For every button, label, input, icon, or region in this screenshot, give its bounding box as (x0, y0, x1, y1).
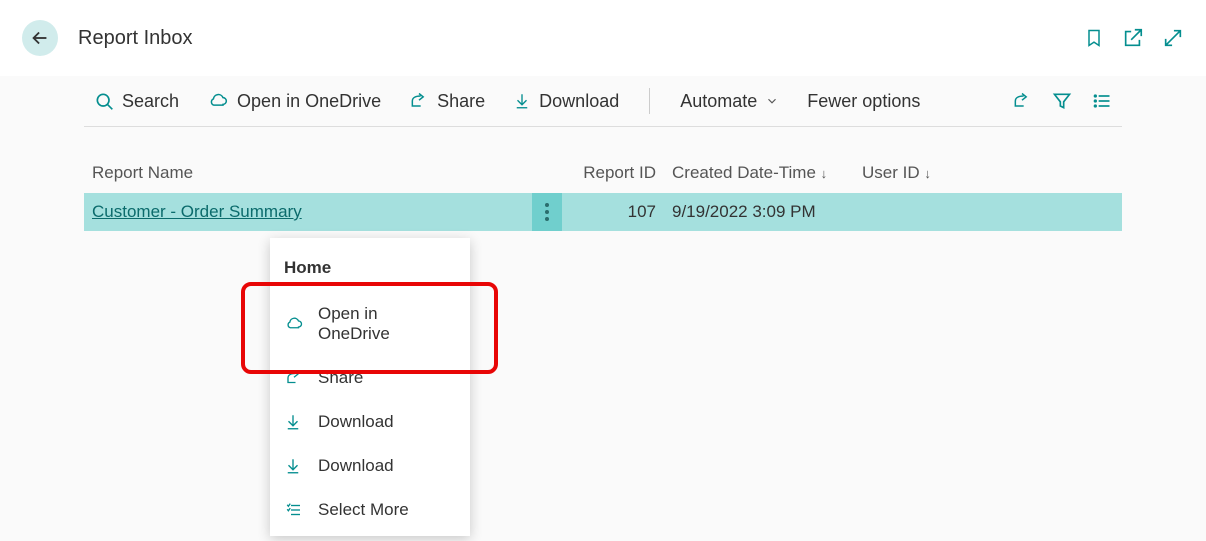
download-label: Download (539, 91, 619, 112)
fewer-options-label: Fewer options (807, 91, 920, 112)
sort-desc-icon: ↓ (924, 166, 931, 181)
command-divider (649, 88, 650, 114)
open-onedrive-label: Open in OneDrive (237, 91, 381, 112)
open-onedrive-command[interactable]: Open in OneDrive (207, 91, 381, 112)
cloud-icon (284, 315, 306, 333)
report-link[interactable]: Customer - Order Summary (92, 202, 302, 221)
search-label: Search (122, 91, 179, 112)
column-user-id[interactable]: User ID ↓ (862, 163, 982, 183)
ctx-select-more[interactable]: Select More (270, 488, 470, 532)
more-vertical-icon (545, 203, 549, 221)
ctx-open-onedrive-label: Open in OneDrive (318, 304, 454, 344)
bookmark-icon[interactable] (1084, 27, 1104, 49)
ctx-download-2[interactable]: Download (270, 444, 470, 488)
share-icon (409, 91, 429, 111)
download-icon (513, 91, 531, 111)
table-header-row: Report Name Report ID Created Date-Time … (84, 163, 1122, 193)
cell-created: 9/19/2022 3:09 PM (672, 202, 862, 222)
download-command[interactable]: Download (513, 91, 619, 112)
ctx-share-label: Share (318, 368, 363, 388)
command-bar: Search Open in OneDrive Share Download A… (84, 76, 1122, 127)
automate-label: Automate (680, 91, 757, 112)
cell-report-id: 107 (572, 202, 672, 222)
header-actions (1084, 27, 1184, 49)
filter-icon[interactable] (1052, 91, 1072, 111)
column-created[interactable]: Created Date-Time ↓ (672, 163, 862, 183)
column-report-name[interactable]: Report Name (92, 163, 532, 183)
ctx-download-1-label: Download (318, 412, 394, 432)
ctx-download-2-label: Download (318, 456, 394, 476)
back-button[interactable] (22, 20, 58, 56)
page-title: Report Inbox (78, 27, 1084, 50)
cloud-icon (207, 91, 229, 111)
download-icon (284, 413, 306, 431)
report-table: Report Name Report ID Created Date-Time … (0, 163, 1206, 231)
popout-icon[interactable] (1122, 27, 1144, 49)
context-menu-heading: Home (270, 244, 470, 292)
expand-icon[interactable] (1162, 27, 1184, 49)
sort-desc-icon: ↓ (821, 166, 828, 181)
list-icon[interactable] (1092, 91, 1112, 111)
select-more-icon (284, 501, 306, 519)
page-header: Report Inbox (0, 0, 1206, 76)
ctx-download-1[interactable]: Download (270, 400, 470, 444)
download-icon (284, 457, 306, 475)
column-report-id[interactable]: Report ID (572, 163, 672, 183)
search-icon (94, 91, 114, 111)
back-arrow-icon (29, 27, 51, 49)
share-label: Share (437, 91, 485, 112)
context-menu: Home Open in OneDrive Share Download Dow… (270, 238, 470, 536)
share-icon (284, 369, 306, 387)
cell-report-name: Customer - Order Summary (92, 202, 532, 222)
chevron-down-icon (765, 94, 779, 108)
ctx-share[interactable]: Share (270, 356, 470, 400)
fewer-options-command[interactable]: Fewer options (807, 91, 920, 112)
share-page-icon[interactable] (1012, 91, 1032, 111)
automate-command[interactable]: Automate (680, 91, 779, 112)
row-more-button[interactable] (532, 193, 562, 231)
ctx-open-onedrive[interactable]: Open in OneDrive (270, 292, 470, 356)
share-command[interactable]: Share (409, 91, 485, 112)
ctx-select-more-label: Select More (318, 500, 409, 520)
table-row[interactable]: Customer - Order Summary 107 9/19/2022 3… (84, 193, 1122, 231)
search-command[interactable]: Search (94, 91, 179, 112)
